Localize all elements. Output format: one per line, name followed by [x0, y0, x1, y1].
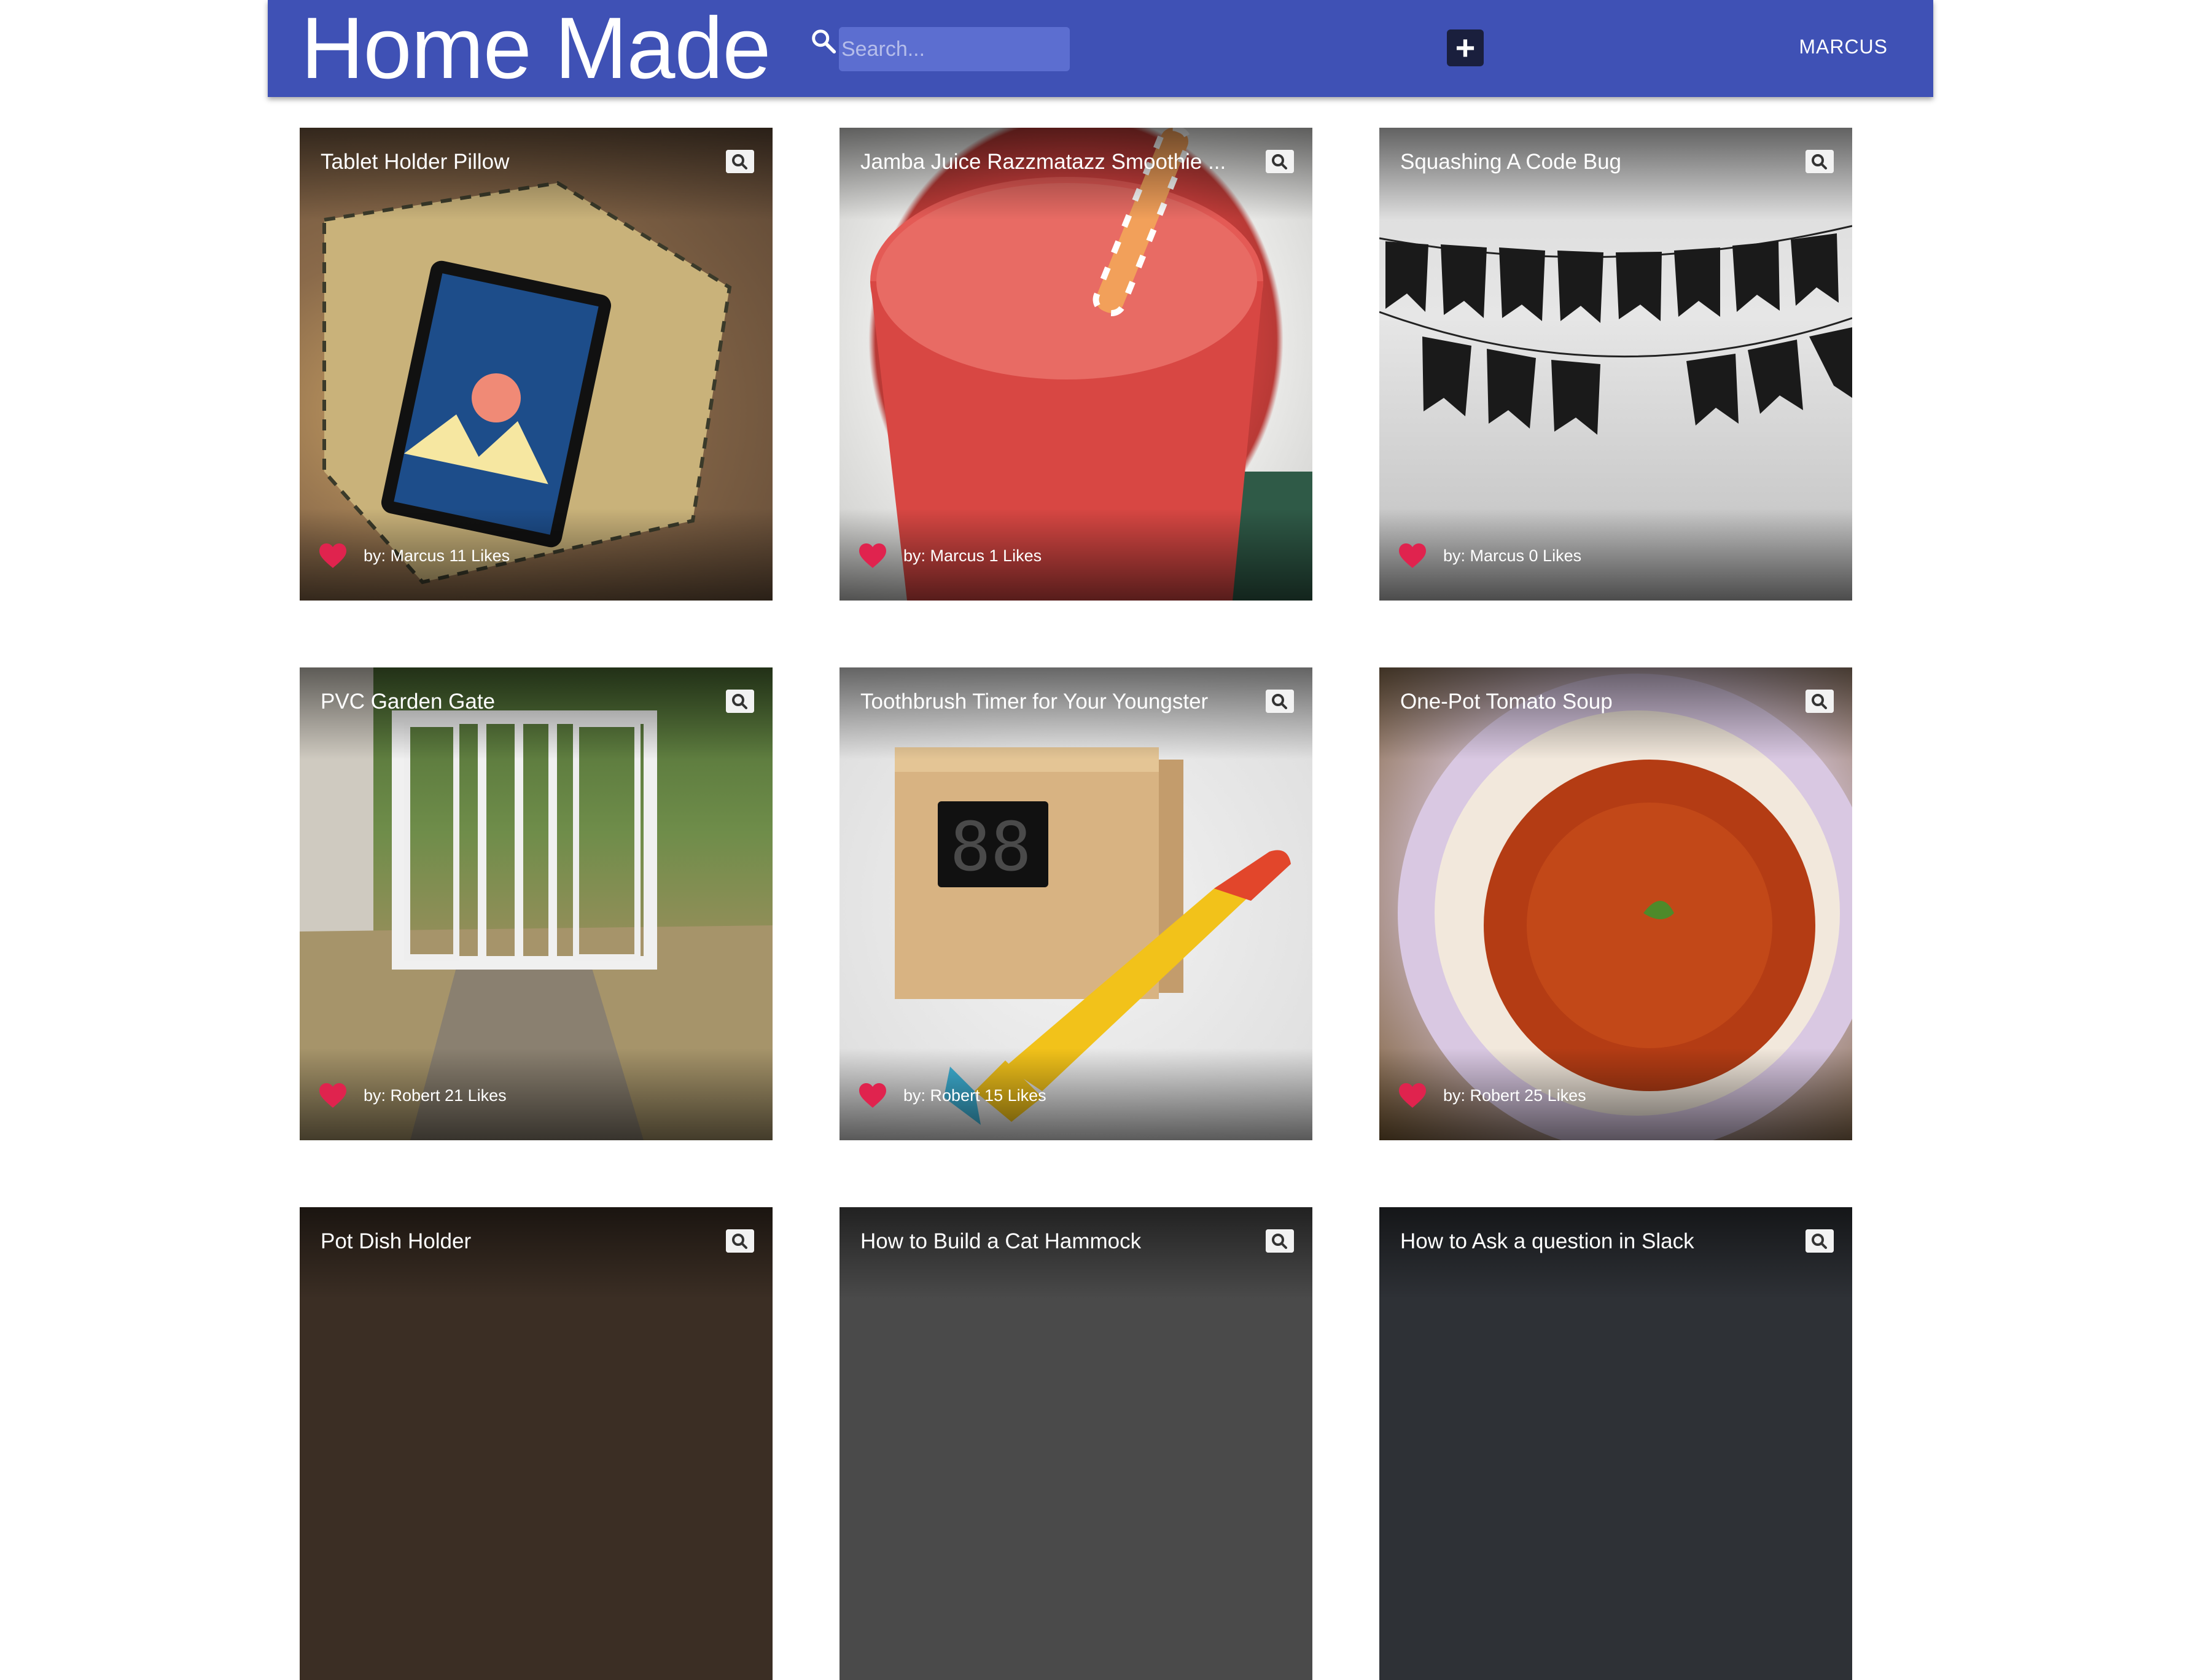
- project-title[interactable]: How to Ask a question in Slack: [1400, 1228, 1781, 1255]
- project-card[interactable]: How to Build a Cat Hammock: [839, 1207, 1312, 1680]
- project-title[interactable]: Squashing A Code Bug: [1400, 149, 1781, 176]
- project-card[interactable]: Jamba Juice Razzmatazz Smoothie ... by: …: [839, 128, 1312, 601]
- project-card[interactable]: One-Pot Tomato Soup by: Robert 25 Likes: [1379, 667, 1852, 1140]
- project-byline: by: Robert 15 Likes: [903, 1086, 1046, 1105]
- add-button[interactable]: +: [1447, 29, 1484, 66]
- card-footer: by: Marcus 11 Likes: [318, 542, 510, 570]
- heart-icon[interactable]: [1398, 1082, 1427, 1109]
- project-card[interactable]: PVC Garden Gate by: Robert 21 Likes: [300, 667, 773, 1140]
- zoom-icon[interactable]: [1806, 690, 1834, 713]
- project-byline: by: Marcus 0 Likes: [1443, 546, 1582, 565]
- svg-text:88: 88: [950, 807, 1031, 886]
- card-footer: by: Robert 25 Likes: [1398, 1081, 1586, 1110]
- card-footer: by: Marcus 1 Likes: [858, 542, 1042, 570]
- project-title[interactable]: Toothbrush Timer for Your Youngster: [860, 688, 1241, 715]
- project-title[interactable]: Pot Dish Holder: [321, 1228, 701, 1255]
- heart-icon[interactable]: [318, 1082, 348, 1109]
- card-footer: by: Robert 15 Likes: [858, 1081, 1046, 1110]
- heart-icon[interactable]: [858, 542, 887, 569]
- app-bar: Home Made + MARCUS: [268, 0, 1933, 97]
- project-byline: by: Marcus 11 Likes: [364, 546, 510, 565]
- card-footer: by: Robert 21 Likes: [318, 1081, 507, 1110]
- project-card[interactable]: Squashing A Code Bug by: Marcus 0 Likes: [1379, 128, 1852, 601]
- zoom-icon[interactable]: [1806, 1229, 1834, 1253]
- zoom-icon[interactable]: [726, 1229, 754, 1253]
- project-title[interactable]: Jamba Juice Razzmatazz Smoothie ...: [860, 149, 1241, 176]
- heart-icon[interactable]: [318, 542, 348, 569]
- zoom-icon[interactable]: [1266, 690, 1294, 713]
- project-title[interactable]: How to Build a Cat Hammock: [860, 1228, 1241, 1255]
- project-card[interactable]: Tablet Holder Pillow by: Marcus 11 Likes: [300, 128, 773, 601]
- project-card[interactable]: Pot Dish Holder: [300, 1207, 773, 1680]
- card-footer: by: Marcus 0 Likes: [1398, 542, 1581, 570]
- heart-icon[interactable]: [1398, 542, 1427, 569]
- zoom-icon[interactable]: [1806, 150, 1834, 173]
- project-byline: by: Robert 25 Likes: [1443, 1086, 1586, 1105]
- project-card[interactable]: 88 Toothbrush Timer for Your Youngster b…: [839, 667, 1312, 1140]
- search-input[interactable]: [839, 27, 1070, 71]
- zoom-icon[interactable]: [1266, 1229, 1294, 1253]
- project-byline: by: Marcus 1 Likes: [903, 546, 1042, 565]
- zoom-icon[interactable]: [726, 690, 754, 713]
- brand-title[interactable]: Home Made: [301, 1, 771, 96]
- heart-icon[interactable]: [858, 1082, 887, 1109]
- user-menu[interactable]: MARCUS: [1799, 36, 1888, 58]
- search-icon[interactable]: [809, 27, 838, 55]
- project-title[interactable]: One-Pot Tomato Soup: [1400, 688, 1781, 715]
- project-title[interactable]: Tablet Holder Pillow: [321, 149, 701, 176]
- zoom-icon[interactable]: [1266, 150, 1294, 173]
- project-card[interactable]: How to Ask a question in Slack: [1379, 1207, 1852, 1680]
- zoom-icon[interactable]: [726, 150, 754, 173]
- project-byline: by: Robert 21 Likes: [364, 1086, 507, 1105]
- project-title[interactable]: PVC Garden Gate: [321, 688, 701, 715]
